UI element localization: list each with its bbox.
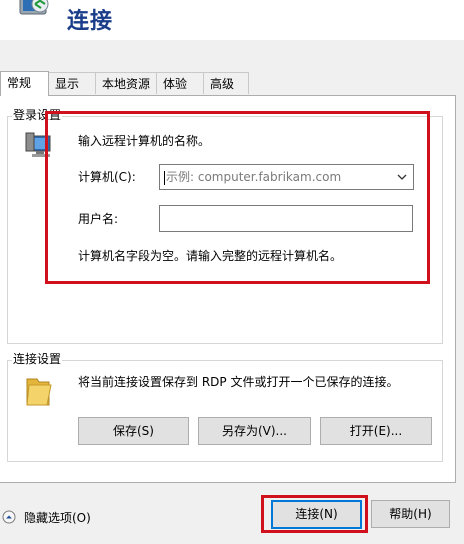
connect-button[interactable]: 连接(N) xyxy=(271,500,362,529)
computer-label: 计算机(C): xyxy=(78,170,136,184)
chevron-up-icon xyxy=(2,510,16,524)
tab-advanced[interactable]: 高级 xyxy=(203,72,249,94)
username-label: 用户名: xyxy=(78,212,119,226)
open-button[interactable]: 打开(E)... xyxy=(320,417,432,445)
dialog-header: 连接 xyxy=(0,0,464,40)
remote-desktop-icon xyxy=(14,0,54,28)
page-title: 连接 xyxy=(67,9,114,34)
connection-settings-legend: 连接设置 xyxy=(12,352,63,366)
folder-icon xyxy=(23,373,55,409)
help-button[interactable]: 帮助(H) xyxy=(371,500,450,528)
logon-settings-legend: 登录设置 xyxy=(12,108,63,122)
text-caret xyxy=(164,171,165,185)
tab-local-resources[interactable]: 本地资源 xyxy=(95,72,157,94)
computer-combobox[interactable]: 示例: computer.fabrikam.com xyxy=(159,164,414,190)
connection-description: 将当前连接设置保存到 RDP 文件或打开一个已保存的连接。 xyxy=(78,375,399,389)
tab-experience[interactable]: 体验 xyxy=(156,72,204,94)
computer-placeholder: 示例: computer.fabrikam.com xyxy=(166,170,342,184)
chevron-down-icon[interactable] xyxy=(396,171,408,183)
save-button[interactable]: 保存(S) xyxy=(78,417,189,445)
tab-display[interactable]: 显示 xyxy=(48,72,96,94)
save-as-button[interactable]: 另存为(V)... xyxy=(198,417,311,445)
username-input[interactable] xyxy=(159,205,413,232)
computer-icon xyxy=(24,130,58,162)
logon-instruction: 输入远程计算机的名称。 xyxy=(78,134,211,148)
hide-options-label: 隐藏选项(O) xyxy=(24,511,91,525)
empty-computer-warning: 计算机名字段为空。请输入完整的远程计算机名。 xyxy=(78,249,343,263)
tab-general[interactable]: 常规 xyxy=(0,71,49,96)
